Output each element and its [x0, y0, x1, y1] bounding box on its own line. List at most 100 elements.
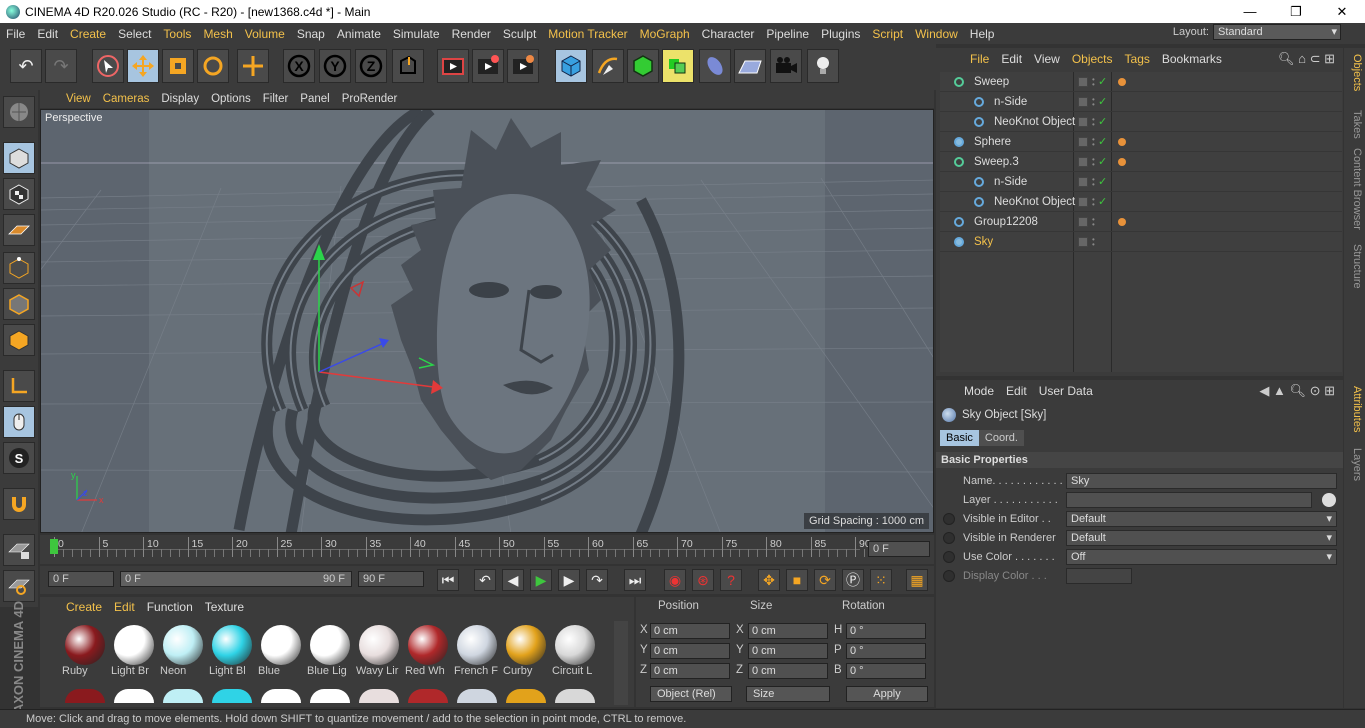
phong-tag-icon[interactable]	[1118, 137, 1126, 146]
material-swatch-partial[interactable]	[408, 689, 448, 703]
material-swatch[interactable]: Light Bl	[209, 625, 255, 685]
play-icon[interactable]: ▶	[530, 569, 552, 591]
editor-render-dots[interactable]: • •	[1092, 95, 1095, 108]
side-tab-attributes[interactable]: Attributes	[1346, 386, 1363, 432]
model-mode-icon[interactable]	[3, 142, 35, 174]
make-editable-icon[interactable]	[3, 96, 35, 128]
menu-mograph[interactable]: MoGraph	[634, 27, 696, 41]
deformer-icon[interactable]	[699, 49, 731, 83]
phong-tag-icon[interactable]	[1118, 157, 1126, 166]
maximize-button[interactable]: ❐	[1273, 0, 1319, 23]
object-row[interactable]: n-Side • • ✓	[940, 172, 1342, 192]
position-x-field[interactable]: 0 cm	[650, 623, 730, 639]
object-name[interactable]: NeoKnot Object	[994, 196, 1075, 208]
key-scale-icon[interactable]: ■	[786, 569, 808, 591]
coordinate-system-icon[interactable]	[392, 49, 424, 83]
layer-pick-icon[interactable]	[1322, 493, 1336, 507]
material-swatch[interactable]: Circuit L	[552, 625, 598, 685]
material-swatch-partial[interactable]	[457, 689, 497, 703]
snap-magnet-icon[interactable]	[3, 488, 35, 520]
menu-pipeline[interactable]: Pipeline	[760, 27, 815, 41]
render-settings-icon[interactable]	[507, 49, 539, 83]
subdivision-surface-icon[interactable]	[627, 49, 659, 83]
go-to-start-icon[interactable]: ⏮	[437, 569, 459, 591]
next-frame-icon[interactable]: ▶	[558, 569, 580, 591]
floor-icon[interactable]	[734, 49, 766, 83]
solo-mode-icon[interactable]: S	[3, 442, 35, 474]
coord-mode-dropdown[interactable]: Object (Rel)	[650, 686, 732, 702]
material-menu-edit[interactable]: Edit	[108, 600, 141, 614]
render-picture-viewer-icon[interactable]	[472, 49, 504, 83]
phong-tag-icon[interactable]	[1118, 217, 1126, 226]
tab-basic[interactable]: Basic	[940, 430, 979, 446]
editor-render-dots[interactable]: • •	[1092, 155, 1095, 168]
close-button[interactable]: ✕	[1319, 0, 1365, 23]
menu-snap[interactable]: Snap	[291, 27, 331, 41]
enabled-check-icon[interactable]: ✓	[1098, 135, 1107, 148]
side-tab-takes[interactable]: Takes	[1346, 110, 1363, 139]
object-row[interactable]: Sphere • • ✓	[940, 132, 1342, 152]
object-name[interactable]: Sweep	[974, 76, 1009, 88]
keyframe-selection-icon[interactable]: ?	[720, 569, 742, 591]
attribute-value-2[interactable]: Default	[1066, 511, 1337, 527]
enabled-check-icon[interactable]: ✓	[1098, 115, 1107, 128]
timeline-window-icon[interactable]: ▦	[906, 569, 928, 591]
attribute-menu-mode[interactable]: Mode	[958, 384, 1000, 398]
side-tab-objects[interactable]: Objects	[1346, 54, 1363, 91]
object-row[interactable]: Sweep.3 • • ✓	[940, 152, 1342, 172]
material-menu-function[interactable]: Function	[141, 600, 199, 614]
attribute-value-1[interactable]	[1066, 492, 1312, 508]
side-tab-structure[interactable]: Structure	[1346, 244, 1363, 289]
previous-frame-icon[interactable]: ◀	[502, 569, 524, 591]
menu-script[interactable]: Script	[866, 27, 909, 41]
viewport-menu-options[interactable]: Options	[205, 93, 257, 105]
z-axis-icon[interactable]: Z	[355, 49, 387, 83]
viewport-menu-panel[interactable]: Panel	[294, 93, 335, 105]
key-position-icon[interactable]: ✥	[758, 569, 780, 591]
visibility-toggle[interactable]	[1078, 116, 1088, 127]
points-mode-icon[interactable]	[3, 252, 35, 284]
material-swatch[interactable]: Blue Lig	[307, 625, 353, 685]
rotation-p-field[interactable]: 0 °	[846, 643, 926, 659]
editor-render-dots[interactable]: • •	[1092, 215, 1095, 228]
enabled-check-icon[interactable]: ✓	[1098, 75, 1107, 88]
next-key-icon[interactable]: ↷	[586, 569, 608, 591]
workplane-icon[interactable]	[3, 214, 35, 246]
minimize-button[interactable]: —	[1227, 0, 1273, 23]
object-name[interactable]: NeoKnot Object	[994, 116, 1075, 128]
object-search-icons[interactable]: 🔍︎ ⌂ ⊂ ⊞	[1278, 51, 1335, 67]
object-row[interactable]: n-Side • • ✓	[940, 92, 1342, 112]
enabled-check-icon[interactable]: ✓	[1098, 155, 1107, 168]
editor-render-dots[interactable]: • •	[1092, 195, 1095, 208]
visibility-toggle[interactable]	[1078, 216, 1088, 227]
polygons-mode-icon[interactable]	[3, 324, 35, 356]
phong-tag-icon[interactable]	[1118, 77, 1126, 86]
rotation-h-field[interactable]: 0 °	[846, 623, 926, 639]
key-rotation-icon[interactable]: ⟳	[814, 569, 836, 591]
menu-plugins[interactable]: Plugins	[815, 27, 866, 41]
object-menu-bookmarks[interactable]: Bookmarks	[1156, 52, 1228, 66]
menu-volume[interactable]: Volume	[239, 27, 291, 41]
size-mode-dropdown[interactable]: Size	[746, 686, 830, 702]
material-swatch[interactable]: Ruby	[62, 625, 108, 685]
menu-motion-tracker[interactable]: Motion Tracker	[542, 27, 633, 41]
x-axis-icon[interactable]: X	[283, 49, 315, 83]
end-frame-field[interactable]: 90 F	[358, 571, 424, 587]
enabled-check-icon[interactable]: ✓	[1098, 195, 1107, 208]
menu-select[interactable]: Select	[112, 27, 157, 41]
object-row[interactable]: NeoKnot Object • • ✓	[940, 112, 1342, 132]
position-z-field[interactable]: 0 cm	[650, 663, 730, 679]
frame-range-slider[interactable]: 0 F 90 F	[120, 571, 352, 587]
live-selection-icon[interactable]	[92, 49, 124, 83]
side-tab-content-browser[interactable]: Content Browser	[1346, 148, 1363, 230]
menu-create[interactable]: Create	[64, 27, 112, 41]
animate-toggle-icon[interactable]	[943, 513, 955, 525]
move-tool-icon[interactable]	[127, 49, 159, 83]
timeline-playhead[interactable]	[50, 539, 58, 554]
y-axis-icon[interactable]: Y	[319, 49, 351, 83]
start-frame-field[interactable]: 0 F	[48, 571, 114, 587]
editor-render-dots[interactable]: • •	[1092, 75, 1095, 88]
menu-animate[interactable]: Animate	[331, 27, 387, 41]
menu-tools[interactable]: Tools	[157, 27, 197, 41]
cube-icon[interactable]	[555, 49, 587, 83]
